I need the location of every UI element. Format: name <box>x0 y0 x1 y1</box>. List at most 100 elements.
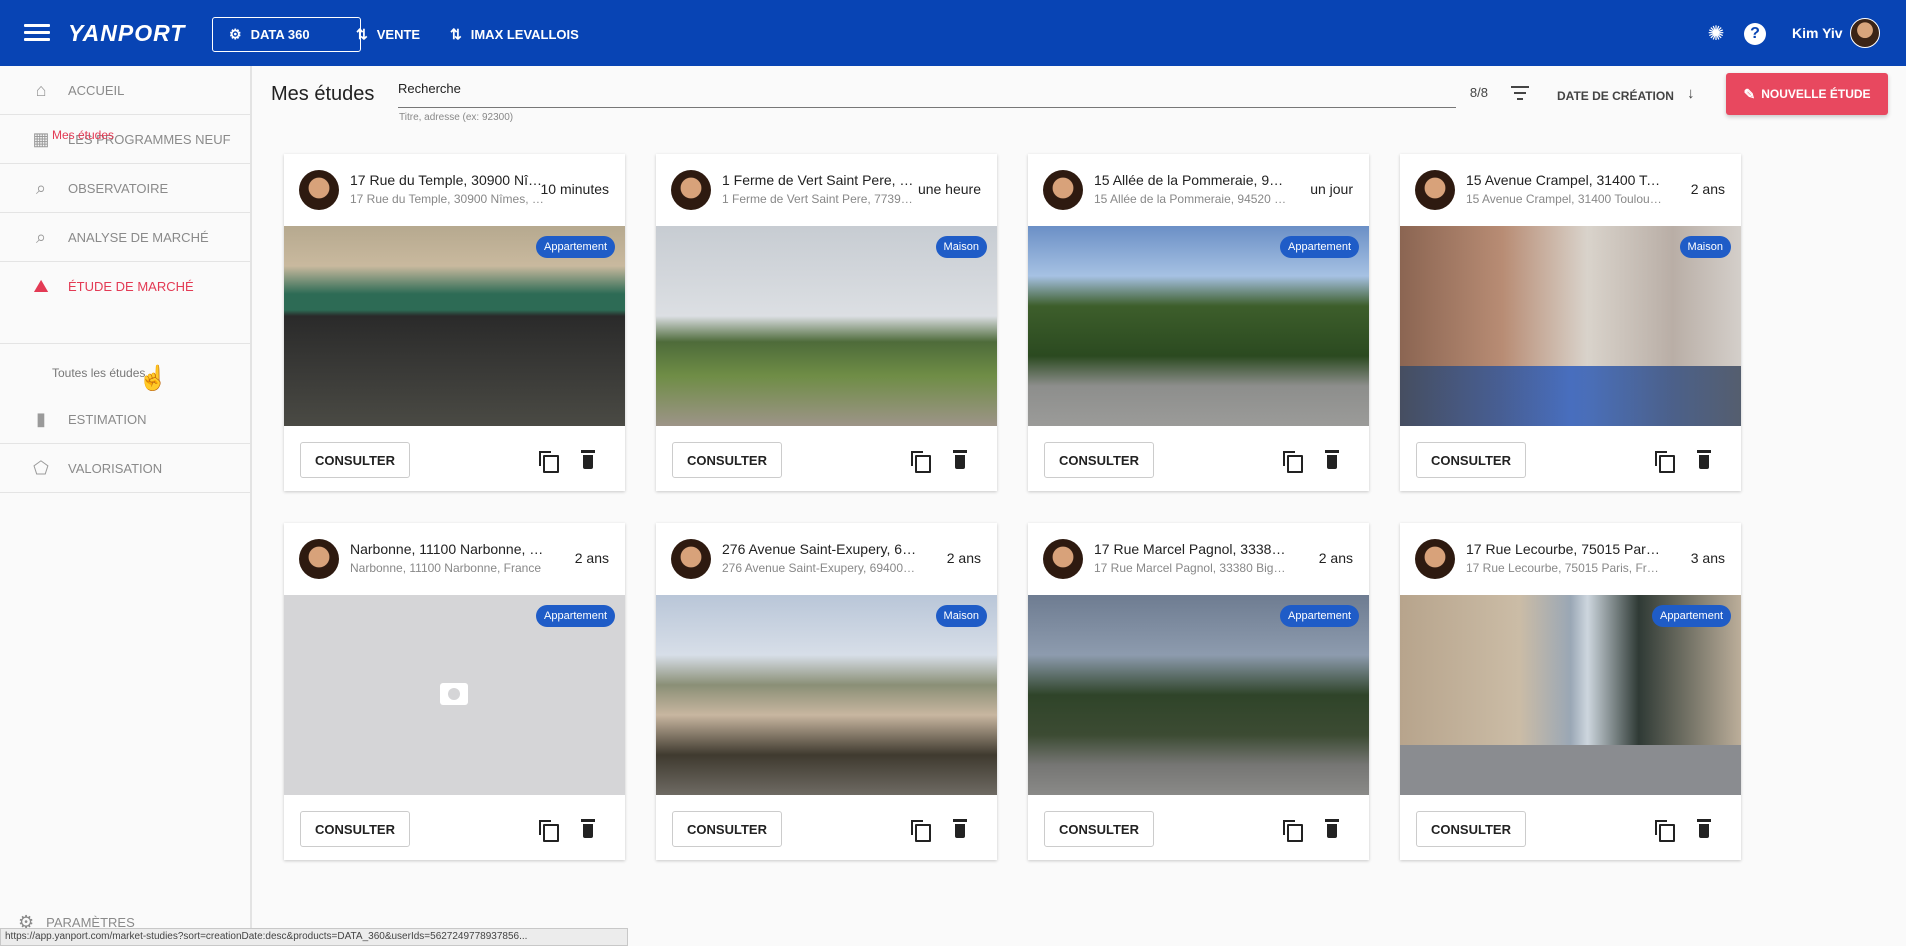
delete-icon[interactable] <box>580 819 596 839</box>
nav-imax-button[interactable]: ⇅ IMAX LEVALLOIS <box>434 17 595 52</box>
analytics-icon: ⌕ <box>35 177 47 198</box>
filter-icon[interactable] <box>1511 86 1529 104</box>
sidebar-item-valorisation[interactable]: ⬠ VALORISATION <box>0 444 250 493</box>
author-avatar <box>671 539 711 579</box>
study-card[interactable]: Narbonne, 11100 Narbonne, France Narbonne… <box>284 523 625 860</box>
property-type-badge: Maison <box>935 605 987 627</box>
camera-icon <box>440 683 468 705</box>
search-input[interactable]: Recherche 8/8 <box>398 80 1488 108</box>
search-value: Recherche <box>398 81 461 96</box>
card-age: un jour <box>1310 181 1353 197</box>
study-card[interactable]: 15 Allée de la Pommeraie, 94520 Mandres-… <box>1028 154 1369 491</box>
sidebar-item-analyse[interactable]: ⌕ ANALYSE DE MARCHÉ <box>0 213 250 262</box>
sidebar-item-accueil[interactable]: ⌂ ACCUEIL <box>0 66 250 115</box>
card-age: une heure <box>917 181 981 197</box>
copy-icon[interactable] <box>538 450 559 473</box>
study-card[interactable]: 1 Ferme de Vert Saint Pere, 77390 Crisen… <box>656 154 997 491</box>
new-study-button[interactable]: ✎ NOUVELLE ÉTUDE <box>1726 73 1888 115</box>
nav-vente-button[interactable]: ⇅ VENTE <box>340 17 436 52</box>
copy-icon[interactable] <box>910 450 931 473</box>
hand-cursor-icon: ☝ <box>138 365 168 392</box>
delete-icon[interactable] <box>1324 450 1340 470</box>
consult-button[interactable]: CONSULTER <box>1044 811 1154 847</box>
copy-icon[interactable] <box>1282 450 1303 473</box>
copy-icon[interactable] <box>538 819 559 842</box>
sidebar-item-programmes[interactable]: ▦ LES PROGRAMMES NEUF <box>0 115 250 164</box>
house-outline-icon: ⬠ <box>33 457 49 478</box>
card-title: 276 Avenue Saint-Exupery, 69400 Villefra… <box>722 541 918 557</box>
study-card[interactable]: 276 Avenue Saint-Exupery, 69400 Villefra… <box>656 523 997 860</box>
card-subtitle: 17 Rue du Temple, 30900 Nîmes, France <box>350 192 546 206</box>
consult-button[interactable]: CONSULTER <box>672 811 782 847</box>
bar-chart-icon: ▮ <box>36 408 46 429</box>
sidebar-item-label: ACCUEIL <box>68 82 125 98</box>
sidebar-item-label: ANALYSE DE MARCHÉ <box>68 229 209 245</box>
card-age: 2 ans <box>574 550 609 566</box>
lightbulb-icon[interactable]: ✺ <box>1704 22 1728 46</box>
help-icon[interactable]: ? <box>1744 23 1766 45</box>
sidebar-item-label: OBSERVATOIRE <box>68 180 169 196</box>
copy-icon[interactable] <box>1282 819 1303 842</box>
card-age: 2 ans <box>1690 181 1725 197</box>
study-card[interactable]: 17 Rue du Temple, 30900 Nîmes, France 17 … <box>284 154 625 491</box>
study-card[interactable]: 15 Avenue Crampel, 31400 Toulouse, Franc… <box>1400 154 1741 491</box>
delete-icon[interactable] <box>1696 450 1712 470</box>
submenu-toutes-etudes[interactable]: Toutes les études <box>52 366 145 380</box>
user-avatar[interactable] <box>1850 18 1880 48</box>
sidebar-item-label: VALORISATION <box>68 460 163 476</box>
author-avatar <box>299 539 339 579</box>
card-subtitle: 1 Ferme de Vert Saint Pere, 77390 Crisen… <box>722 192 918 206</box>
consult-button[interactable]: CONSULTER <box>672 442 782 478</box>
card-subtitle: 276 Avenue Saint-Exupery, 69400 Villefra… <box>722 561 918 575</box>
card-title: Narbonne, 11100 Narbonne, France <box>350 541 546 557</box>
card-age: 3 ans <box>1690 550 1725 566</box>
consult-button[interactable]: CONSULTER <box>1416 811 1526 847</box>
sort-select[interactable]: DATE DE CRÉATION <box>1557 89 1674 103</box>
property-type-badge: Appartement <box>536 236 615 258</box>
card-title: 15 Allée de la Pommeraie, 94520 Mandres-… <box>1094 172 1290 188</box>
hamburger-menu-icon[interactable] <box>24 21 50 45</box>
app-logo[interactable]: YANPORT <box>68 20 185 47</box>
property-type-badge: Maison <box>935 236 987 258</box>
card-subtitle: 17 Rue Marcel Pagnol, 33380 Biganos, Fra… <box>1094 561 1290 575</box>
delete-icon[interactable] <box>952 450 968 470</box>
consult-button[interactable]: CONSULTER <box>300 442 410 478</box>
pencil-icon: ✎ <box>1743 85 1756 102</box>
user-name[interactable]: Kim Yiv <box>1792 25 1843 41</box>
property-type-badge: Appartement <box>1280 605 1359 627</box>
home-icon: ⌂ <box>35 79 47 100</box>
sidebar-item-label: ESTIMATION <box>68 411 147 427</box>
top-app-bar: YANPORT ⚙ DATA 360 ⇅ VENTE ⇅ IMAX LEVALL… <box>0 0 1906 66</box>
card-subtitle: Narbonne, 11100 Narbonne, France <box>350 561 542 575</box>
delete-icon[interactable] <box>952 819 968 839</box>
delete-icon[interactable] <box>580 450 596 470</box>
consult-button[interactable]: CONSULTER <box>1044 442 1154 478</box>
author-avatar <box>1415 539 1455 579</box>
submenu-etude: Mes études Toutes les études <box>0 128 250 380</box>
sidebar-item-observatoire[interactable]: ⌕ OBSERVATOIRE <box>0 164 250 213</box>
nav-label: VENTE <box>376 27 421 42</box>
consult-button[interactable]: CONSULTER <box>1416 442 1526 478</box>
nav-data360-button[interactable]: ⚙ DATA 360 <box>212 17 361 52</box>
study-card[interactable]: 17 Rue Marcel Pagnol, 33380 Biganos, Fra… <box>1028 523 1369 860</box>
consult-button[interactable]: CONSULTER <box>300 811 410 847</box>
study-card[interactable]: 17 Rue Lecourbe, 75015 Paris, France 17 R… <box>1400 523 1741 860</box>
property-type-badge: Appartement <box>1280 236 1359 258</box>
result-count: 8/8 <box>1469 85 1488 100</box>
submenu-mes-etudes[interactable]: Mes études <box>52 128 114 142</box>
author-avatar <box>1043 170 1083 210</box>
delete-icon[interactable] <box>1696 819 1712 839</box>
page-title: Mes études <box>271 83 375 105</box>
delete-icon[interactable] <box>1324 819 1340 839</box>
arrow-down-icon[interactable]: ↓ <box>1687 85 1695 102</box>
author-avatar <box>299 170 339 210</box>
copy-icon[interactable] <box>1654 819 1675 842</box>
nav-label: DATA 360 <box>250 27 310 42</box>
property-type-badge: Appartement <box>1652 605 1731 627</box>
swap-icon: ⇅ <box>450 26 462 42</box>
copy-icon[interactable] <box>910 819 931 842</box>
card-age: 10 minutes <box>540 181 609 197</box>
copy-icon[interactable] <box>1654 450 1675 473</box>
property-type-badge: Maison <box>1679 236 1731 258</box>
sidebar-item-estimation[interactable]: ▮ ESTIMATION <box>0 395 250 444</box>
